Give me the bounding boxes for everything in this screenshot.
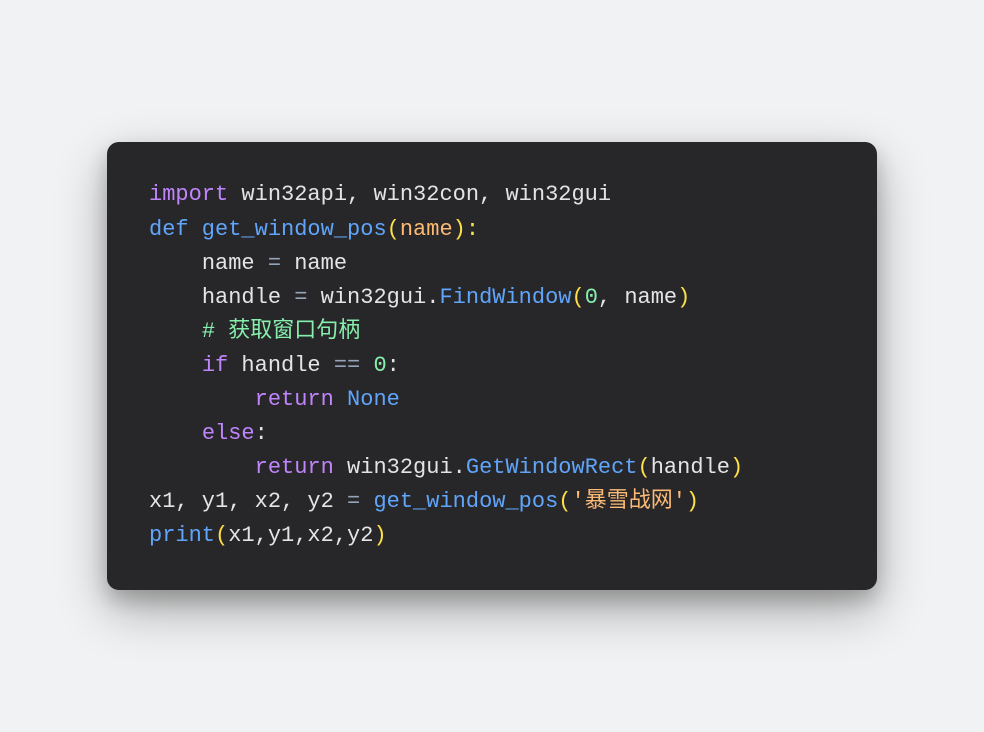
param-name: name [400, 217, 453, 242]
keyword-return: return [255, 455, 334, 480]
colon: : [387, 353, 400, 378]
colon: : [255, 421, 268, 446]
function-name: get_window_pos [189, 217, 387, 242]
paren: ( [387, 217, 400, 242]
builtin-print: print [149, 523, 215, 548]
function-call: get_window_pos [360, 489, 558, 514]
indent [149, 421, 202, 446]
module-name: win32gui [334, 455, 453, 480]
comment: # 获取窗口句柄 [202, 319, 360, 344]
indent [149, 319, 202, 344]
paren: ) [730, 455, 743, 480]
keyword-import: import [149, 182, 228, 207]
method-name: GetWindowRect [466, 455, 638, 480]
indent [149, 285, 202, 310]
space [360, 353, 373, 378]
arg-name: handle [651, 455, 730, 480]
paren: ( [215, 523, 228, 548]
paren: ( [572, 285, 585, 310]
keyword-else: else [202, 421, 255, 446]
condition-var: handle [228, 353, 334, 378]
keyword-if: if [202, 353, 228, 378]
operator-eq: = [268, 251, 281, 276]
keyword-def: def [149, 217, 189, 242]
paren: ( [638, 455, 651, 480]
method-name: FindWindow [439, 285, 571, 310]
dot: . [426, 285, 439, 310]
arg-list: x1,y1,x2,y2 [228, 523, 373, 548]
arg-name: name [624, 285, 677, 310]
comma: , [598, 285, 624, 310]
module-list: win32api, win32con, win32gui [228, 182, 611, 207]
operator-eqeq: == [334, 353, 360, 378]
number-literal: 0 [373, 353, 386, 378]
indent [149, 251, 202, 276]
dot: . [453, 455, 466, 480]
string-literal: '暴雪战网' [572, 489, 686, 514]
keyword-none: None [347, 387, 400, 412]
space [334, 387, 347, 412]
operator-eq: = [347, 489, 360, 514]
paren: ( [558, 489, 571, 514]
code-block: import win32api, win32con, win32gui def … [107, 142, 877, 589]
var-name: handle [202, 285, 294, 310]
paren: ) [686, 489, 699, 514]
indent [149, 455, 255, 480]
number-literal: 0 [585, 285, 598, 310]
var-name: name [202, 251, 268, 276]
paren-colon: ): [453, 217, 479, 242]
keyword-return: return [255, 387, 334, 412]
var-name: name [281, 251, 347, 276]
indent [149, 353, 202, 378]
paren: ) [677, 285, 690, 310]
paren: ) [373, 523, 386, 548]
module-name: win32gui [307, 285, 426, 310]
code-content: import win32api, win32con, win32gui def … [149, 178, 835, 553]
indent [149, 387, 255, 412]
tuple-assign: x1, y1, x2, y2 [149, 489, 347, 514]
operator-eq: = [294, 285, 307, 310]
